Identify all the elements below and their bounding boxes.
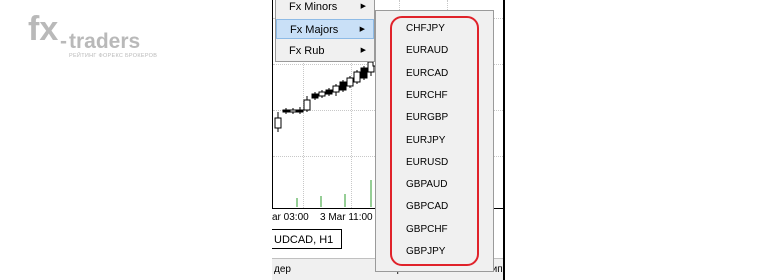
candle-body <box>318 91 326 97</box>
candle-body <box>346 77 354 87</box>
logo-fx-text: fx <box>28 10 58 48</box>
submenu-arrow-icon: ▶ <box>360 3 366 10</box>
candle-body <box>274 117 282 129</box>
time-label: ar 03:00 <box>272 212 309 223</box>
volume-bars-group <box>296 180 372 207</box>
menu-item-label: Fx Rub <box>289 45 325 57</box>
menu-item-label: Fx Minors <box>289 1 338 13</box>
candle-body <box>311 93 319 99</box>
time-label: 3 Mar 11:00 <box>320 212 373 223</box>
window-border <box>503 0 505 280</box>
candle-body <box>282 109 290 113</box>
candles-group <box>274 56 380 132</box>
logo-traders-text: traders <box>69 30 140 53</box>
candle-body <box>360 67 368 79</box>
menu-item-fx-majors[interactable]: Fx Majors ▶ <box>276 19 374 39</box>
symbols-menu: Fx Minors ▶ Fx Majors ▶ Fx Rub ▶ <box>275 0 375 62</box>
fx-traders-logo: fx - traders РЕЙТИНГ ФОРЕКС БРОКЕРОВ <box>28 10 157 59</box>
candle-body <box>353 71 361 83</box>
menu-item-fx-rub[interactable]: Fx Rub ▶ <box>276 41 374 61</box>
candle-body <box>289 109 297 113</box>
submenu-arrow-icon: ▶ <box>359 26 365 33</box>
logo-tagline: РЕЙТИНГ ФОРЕКС БРОКЕРОВ <box>69 51 157 59</box>
candle-body <box>339 81 347 91</box>
submenu-arrow-icon: ▶ <box>360 47 366 54</box>
candle-body <box>325 89 333 95</box>
menu-item-fx-minors[interactable]: Fx Minors ▶ <box>276 0 374 17</box>
menu-item-label: Fx Majors <box>290 24 339 36</box>
chart-tab[interactable]: UDCAD, H1 <box>272 229 342 249</box>
candle-body <box>332 85 340 93</box>
logo-dash-text: - <box>60 30 67 53</box>
status-column-trader[interactable]: дер <box>274 264 291 275</box>
candle-body <box>296 109 304 113</box>
candle-body <box>303 99 311 111</box>
highlight-annotation <box>390 16 479 266</box>
